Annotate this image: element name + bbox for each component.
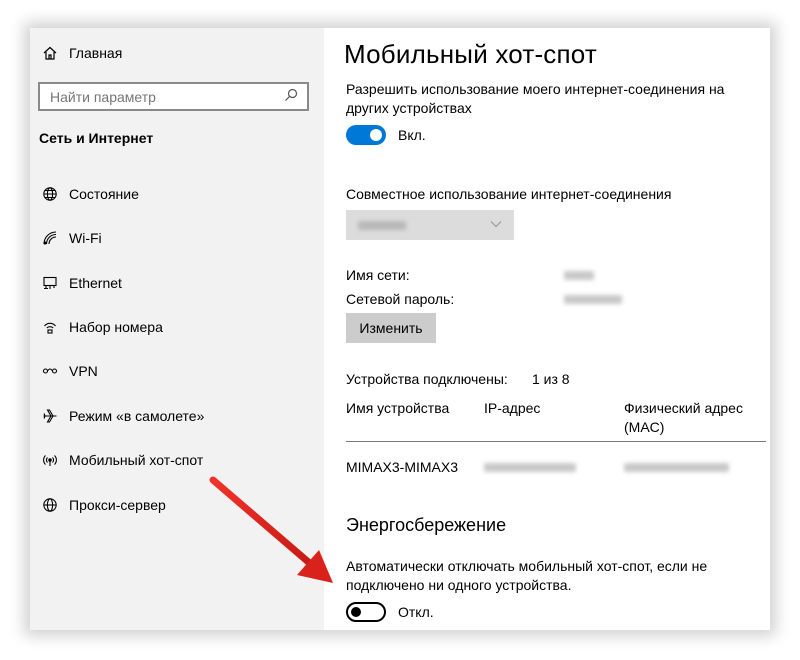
sidebar-item-label: Мобильный хот-спот <box>69 452 204 468</box>
password-value-blurred <box>564 295 622 304</box>
share-toggle[interactable] <box>346 125 386 145</box>
search-icon[interactable] <box>283 87 299 106</box>
power-toggle-state: Откл. <box>398 604 434 620</box>
devices-connected-label: Устройства подключены: <box>346 371 508 387</box>
connection-label: Совместное использование интернет-соедин… <box>346 186 672 202</box>
device-mac-blurred <box>624 463 729 472</box>
sidebar-item-vpn[interactable]: VPN <box>40 359 98 383</box>
sidebar-item-label: Набор номера <box>69 319 163 335</box>
dialup-icon <box>40 317 60 337</box>
globe-proxy-icon <box>40 495 60 515</box>
search-input[interactable]: Найти параметр <box>38 82 309 111</box>
devices-connected-value: 1 из 8 <box>532 371 570 387</box>
annotation-arrow-icon <box>209 476 333 583</box>
sidebar-item-label: Wi-Fi <box>69 230 102 246</box>
table-header-device: Имя устройства <box>346 400 450 416</box>
settings-window: Главная Найти параметр Сеть и Интернет С… <box>30 28 770 630</box>
search-placeholder: Найти параметр <box>50 88 156 105</box>
home-icon <box>40 43 60 63</box>
connection-value-blurred <box>358 220 406 230</box>
power-description: Автоматически отключать мобильный хот-сп… <box>346 557 707 595</box>
airplane-icon <box>40 406 60 426</box>
network-name-label: Имя сети: <box>346 267 410 283</box>
sidebar-item-home[interactable]: Главная <box>40 41 122 65</box>
vpn-icon <box>40 361 60 381</box>
sidebar-item-label: Прокси-сервер <box>69 497 166 513</box>
share-description: Разрешить использование моего интернет-с… <box>346 80 724 118</box>
power-saving-toggle[interactable] <box>346 602 386 622</box>
power-description-line-1: Автоматически отключать мобильный хот-сп… <box>346 558 708 574</box>
edit-button[interactable]: Изменить <box>346 313 436 343</box>
toggle-knob <box>370 129 382 141</box>
section-title: Сеть и Интернет <box>39 130 154 146</box>
device-name: MIMAX3-MIMAX3 <box>346 459 459 475</box>
power-description-line-2: подключено ни одного устройства. <box>346 577 572 593</box>
device-ip-blurred <box>484 463 576 472</box>
table-header-mac-line-1: Физический адрес <box>624 400 743 416</box>
chevron-down-icon <box>490 221 502 228</box>
sidebar-item-hotspot[interactable]: Мобильный хот-спот <box>40 448 203 472</box>
sidebar-item-label: Главная <box>69 45 123 61</box>
connection-dropdown[interactable] <box>346 210 514 240</box>
network-name-value-blurred <box>564 271 594 280</box>
sidebar-item-airplane[interactable]: Режим «в самолете» <box>40 404 204 428</box>
ethernet-icon <box>40 273 60 293</box>
share-toggle-state: Вкл. <box>398 127 426 143</box>
wifi-icon <box>40 228 60 248</box>
table-header-ip: IP-адрес <box>484 400 541 416</box>
table-header-mac-line-2: (MAC) <box>624 419 665 435</box>
main-content: Мобильный хот-спот Разрешить использован… <box>324 28 770 630</box>
toggle-knob <box>351 607 361 617</box>
table-divider <box>346 441 766 442</box>
share-description-line-1: Разрешить использование моего интернет-с… <box>346 81 725 97</box>
power-saving-title: Энергосбережение <box>346 515 507 535</box>
share-description-line-2: других устройствах <box>346 100 472 116</box>
password-label: Сетевой пароль: <box>346 291 455 307</box>
sidebar-item-label: VPN <box>69 363 98 379</box>
sidebar-item-proxy[interactable]: Прокси-сервер <box>40 493 166 517</box>
sidebar-item-wifi[interactable]: Wi-Fi <box>40 226 102 250</box>
sidebar-item-status[interactable]: Состояние <box>40 182 139 206</box>
hotspot-icon <box>40 450 60 470</box>
sidebar-item-label: Режим «в самолете» <box>69 408 205 424</box>
globe-status-icon <box>40 184 60 204</box>
sidebar-item-ethernet[interactable]: Ethernet <box>40 271 122 295</box>
sidebar-item-dialup[interactable]: Набор номера <box>40 315 163 339</box>
page-title: Мобильный хот-спот <box>344 39 597 69</box>
sidebar-item-label: Состояние <box>69 186 139 202</box>
table-header-mac: Физический адрес (MAC) <box>624 399 743 437</box>
sidebar-item-label: Ethernet <box>69 275 122 291</box>
